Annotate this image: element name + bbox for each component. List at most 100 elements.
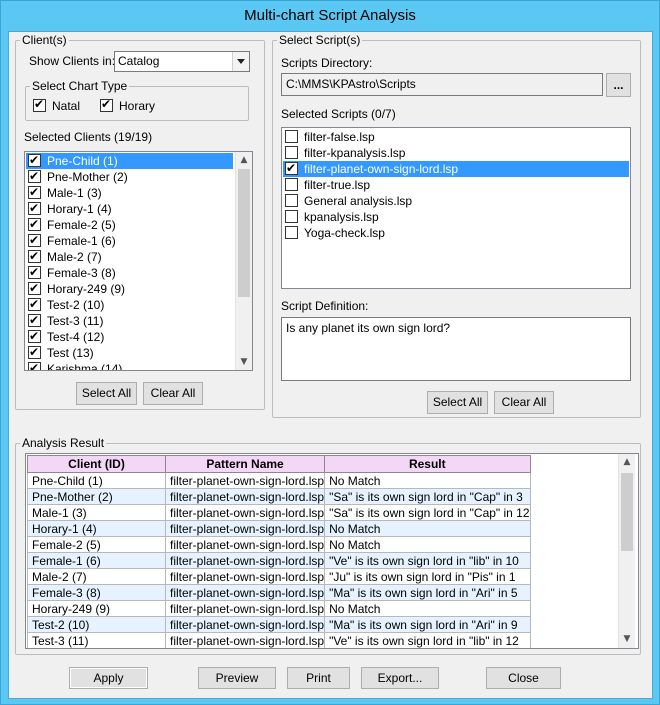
client-list-item[interactable]: Karishma (14) [26,360,233,371]
client-checkbox[interactable] [28,200,41,216]
script-definition-label: Script Definition: [281,299,369,313]
script-definition-value: Is any planet its own sign lord? [286,321,451,335]
table-row[interactable]: Pne-Child (1) filter-planet-own-sign-lord… [27,472,531,489]
client-list-item[interactable]: Female-3 (8) [26,264,233,281]
header-result[interactable]: Result [324,455,531,473]
table-row[interactable]: Horary-249 (9) filter-planet-own-sign-lor… [27,600,531,617]
clients-select-all-button[interactable]: Select All [76,382,137,405]
preview-button[interactable]: Preview [198,667,276,689]
script-list-item[interactable]: filter-false.lsp [283,129,629,145]
client-list-item[interactable]: Test (13) [26,344,233,361]
cell-client: Test-2 (10) [27,616,166,633]
client-list-item[interactable]: Female-1 (6) [26,232,233,249]
table-row[interactable]: Male-2 (7) filter-planet-own-sign-lord.ls… [27,568,531,585]
scroll-thumb[interactable] [238,169,250,297]
header-client[interactable]: Client (ID) [27,455,166,473]
client-list-item[interactable]: Female-2 (5) [26,216,233,233]
client-checkbox[interactable] [28,280,41,296]
cell-pattern: filter-planet-own-sign-lord.lsp [164,600,326,617]
client-checkbox[interactable] [28,296,41,312]
scroll-thumb[interactable] [621,473,633,551]
client-checkbox[interactable] [28,152,41,168]
script-list-item[interactable]: Yoga-check.lsp [283,225,629,241]
natal-checkbox[interactable] [33,97,46,112]
client-list-item[interactable]: Pne-Child (1) [26,152,233,169]
client-checkbox[interactable] [28,344,41,360]
result-table: Client (ID) Pattern Name Result Pne-Chil… [27,455,531,648]
client-list-item[interactable]: Male-1 (3) [26,184,233,201]
table-row[interactable]: Female-1 (6) filter-planet-own-sign-lord.… [27,552,531,569]
scripts-dir-value: C:\MMS\KPAstro\Scripts [286,77,416,91]
scripts-dir-field[interactable]: C:\MMS\KPAstro\Scripts [281,73,603,96]
script-list-item[interactable]: filter-kpanalysis.lsp [283,145,629,161]
chevron-down-icon[interactable] [232,52,249,71]
scroll-down-icon[interactable]: ▼ [236,354,252,370]
client-checkbox[interactable] [28,248,41,264]
script-checkbox[interactable] [285,194,298,207]
script-item-label: filter-true.lsp [304,178,371,192]
export-button[interactable]: Export... [361,667,439,689]
client-checkbox[interactable] [28,360,41,370]
client-list-item[interactable]: Horary-1 (4) [26,200,233,217]
browse-button[interactable]: ... [606,73,631,97]
client-checkbox[interactable] [28,312,41,328]
result-scrollbar[interactable]: ▲ ▼ [618,454,635,648]
script-list-item[interactable]: filter-planet-own-sign-lord.lsp [283,160,629,177]
client-item-label: Male-1 (3) [47,186,102,200]
scroll-up-icon[interactable]: ▲ [236,152,252,168]
header-pattern[interactable]: Pattern Name [164,455,326,473]
scripts-listbox[interactable]: filter-false.lsp filter-kpanalysis.lsp fil… [281,127,631,289]
client-checkbox[interactable] [28,168,41,184]
client-item-label: Karishma (14) [47,362,123,371]
client-list-item[interactable]: Horary-249 (9) [26,280,233,297]
client-list-item[interactable]: Male-2 (7) [26,248,233,265]
cell-result: "Ve" is its own sign lord in "lib" in 10 [324,552,531,569]
client-item-label: Test (13) [47,346,94,360]
apply-button[interactable]: Apply [69,667,148,689]
script-checkbox[interactable] [285,226,298,239]
script-list-item[interactable]: kpanalysis.lsp [283,209,629,225]
script-definition-field[interactable]: Is any planet its own sign lord? [281,317,631,381]
script-checkbox[interactable] [285,146,298,159]
close-button[interactable]: Close [486,667,561,689]
table-row[interactable]: Test-3 (11) filter-planet-own-sign-lord.l… [27,632,531,648]
clients-listbox[interactable]: Pne-Child (1) Pne-Mother (2) Male-1 (3) Hor… [24,151,253,371]
client-list-item[interactable]: Pne-Mother (2) [26,168,233,185]
client-item-label: Female-1 (6) [47,234,116,248]
result-grid[interactable]: Client (ID) Pattern Name Result Pne-Chil… [25,453,639,649]
client-checkbox[interactable] [28,216,41,232]
horary-checkbox[interactable] [100,97,113,112]
client-item-label: Horary-1 (4) [47,202,112,216]
client-checkbox[interactable] [28,264,41,280]
print-button[interactable]: Print [287,667,350,689]
script-checkbox[interactable] [285,160,298,176]
show-clients-combo[interactable]: Catalog [114,51,250,72]
table-row[interactable]: Test-2 (10) filter-planet-own-sign-lord.l… [27,616,531,633]
script-checkbox[interactable] [285,178,298,191]
client-checkbox[interactable] [28,232,41,248]
script-checkbox[interactable] [285,130,298,143]
script-list-item[interactable]: filter-true.lsp [283,177,629,193]
scripts-clear-all-button[interactable]: Clear All [494,391,554,414]
scripts-group: Select Script(s) Scripts Directory: C:\M… [272,33,641,418]
client-item-label: Male-2 (7) [47,250,102,264]
scroll-down-icon[interactable]: ▼ [619,631,635,647]
table-row[interactable]: Horary-1 (4) filter-planet-own-sign-lord.… [27,520,531,537]
client-checkbox[interactable] [28,328,41,344]
table-row[interactable]: Female-3 (8) filter-planet-own-sign-lord.… [27,584,531,601]
scroll-up-icon[interactable]: ▲ [619,454,635,470]
scripts-select-all-button[interactable]: Select All [427,391,488,414]
clients-clear-all-button[interactable]: Clear All [143,382,203,405]
table-row[interactable]: Male-1 (3) filter-planet-own-sign-lord.ls… [27,504,531,521]
table-row[interactable]: Female-2 (5) filter-planet-own-sign-lord.… [27,536,531,553]
table-row[interactable]: Pne-Mother (2) filter-planet-own-sign-lor… [27,488,531,505]
selected-scripts-label: Selected Scripts (0/7) [281,107,396,121]
client-list-item[interactable]: Test-4 (12) [26,328,233,345]
clients-scrollbar[interactable]: ▲ ▼ [235,152,252,370]
client-list-item[interactable]: Test-2 (10) [26,296,233,313]
client-item-label: Test-2 (10) [47,298,105,312]
client-list-item[interactable]: Test-3 (11) [26,312,233,329]
script-checkbox[interactable] [285,210,298,223]
script-list-item[interactable]: General analysis.lsp [283,193,629,209]
client-checkbox[interactable] [28,184,41,200]
